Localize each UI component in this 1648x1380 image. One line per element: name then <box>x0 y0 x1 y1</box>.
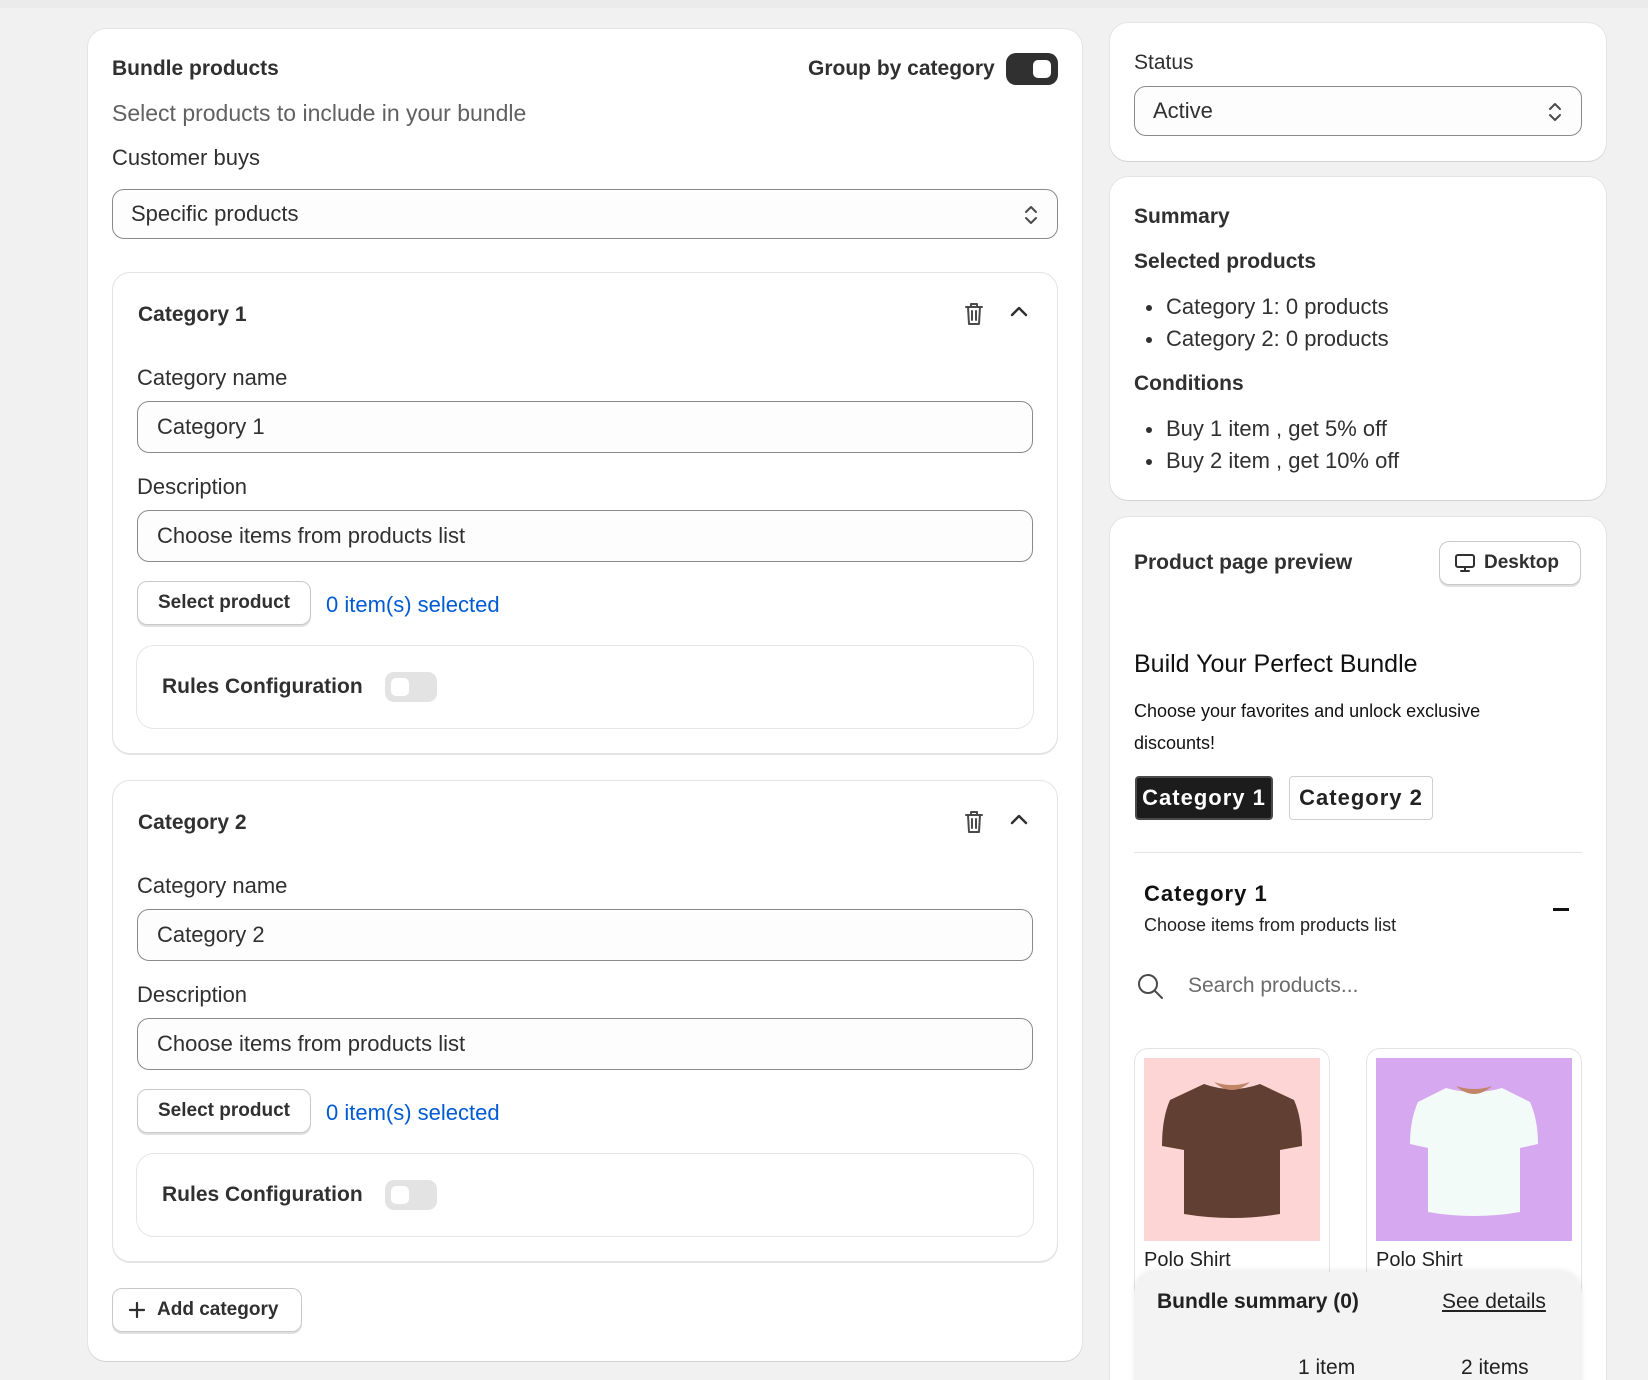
description-input[interactable]: Choose items from products list <box>137 510 1033 562</box>
category-name-value: Category 1 <box>157 414 265 439</box>
list-item: Category 1: 0 products <box>1134 291 1389 323</box>
preview-tab-category-2[interactable]: Category 2 <box>1289 776 1433 820</box>
selected-products-list: Category 1: 0 products Category 2: 0 pro… <box>1134 291 1389 355</box>
tier-label-1: 1 item <box>1298 1356 1356 1379</box>
conditions-heading: Conditions <box>1134 372 1244 395</box>
product-page-preview-card: Product page preview Desktop Build Your … <box>1110 517 1606 1380</box>
category-name-value: Category 2 <box>157 922 265 947</box>
see-details-link[interactable]: See details <box>1442 1290 1546 1314</box>
customer-buys-label: Customer buys <box>112 145 260 170</box>
bundle-summary-label: Bundle summary (0) <box>1157 1290 1359 1313</box>
group-by-category-toggle[interactable] <box>1006 53 1058 85</box>
status-select[interactable]: Active <box>1134 86 1582 136</box>
product-name: Polo Shirt <box>1144 1249 1231 1271</box>
items-selected-link[interactable]: 0 item(s) selected <box>326 1100 500 1126</box>
category-card-2: Category 2 Category name Category 2 Desc… <box>112 780 1058 1262</box>
desktop-button[interactable]: Desktop <box>1439 541 1581 585</box>
top-bar <box>0 0 1648 8</box>
category-name-label: Category name <box>137 873 288 898</box>
description-value: Choose items from products list <box>157 1031 466 1056</box>
status-card: Status Active <box>1110 23 1606 161</box>
description-label: Description <box>137 474 248 499</box>
select-product-button[interactable]: Select product <box>137 581 311 625</box>
category-name-input[interactable]: Category 2 <box>137 909 1033 961</box>
product-image <box>1144 1058 1320 1241</box>
conditions-list: Buy 1 item , get 5% off Buy 2 item , get… <box>1134 413 1399 477</box>
preview-headline: Build Your Perfect Bundle <box>1134 650 1418 678</box>
category-name-input[interactable]: Category 1 <box>137 401 1033 453</box>
list-item: Buy 1 item , get 5% off <box>1134 413 1399 445</box>
collapse-minus-icon[interactable] <box>1553 908 1569 911</box>
monitor-icon <box>1455 554 1475 572</box>
rules-configuration-box: Rules Configuration <box>136 1153 1034 1237</box>
product-card[interactable]: Polo Shirt <box>1134 1048 1330 1308</box>
chevron-up-icon[interactable] <box>1008 811 1030 827</box>
trash-icon[interactable] <box>962 809 986 835</box>
description-label: Description <box>137 982 248 1007</box>
customer-buys-select[interactable]: Specific products <box>112 189 1058 239</box>
preview-title: Product page preview <box>1134 551 1353 574</box>
select-chevron-icon <box>1025 206 1037 224</box>
preview-divider <box>1134 852 1582 853</box>
rules-configuration-label: Rules Configuration <box>162 675 363 698</box>
status-value: Active <box>1153 98 1213 123</box>
bundle-products-title: Bundle products <box>112 57 279 80</box>
bundle-products-card: Bundle products Group by category Select… <box>88 29 1082 1361</box>
product-name: Polo Shirt <box>1376 1249 1463 1271</box>
tier-label-2: 2 items <box>1461 1356 1529 1379</box>
rules-configuration-toggle[interactable] <box>385 1180 437 1210</box>
description-input[interactable]: Choose items from products list <box>137 1018 1033 1070</box>
preview-description: Choose your favorites and unlock exclusi… <box>1134 701 1481 753</box>
bundle-subtitle: Select products to include in your bundl… <box>112 100 527 126</box>
product-image <box>1376 1058 1572 1241</box>
t-shirt-icon <box>1410 1086 1538 1216</box>
category-name-label: Category name <box>137 365 288 390</box>
items-selected-link[interactable]: 0 item(s) selected <box>326 592 500 618</box>
bundle-summary-panel: Bundle summary (0) See details 1 item 2 … <box>1134 1272 1582 1380</box>
t-shirt-icon <box>1162 1082 1302 1218</box>
group-by-category-label: Group by category <box>808 57 995 80</box>
preview-section-description: Choose items from products list <box>1144 915 1397 935</box>
category-header-2: Category 2 <box>138 811 247 834</box>
category-card-1: Category 1 Category name Category 1 Desc… <box>112 272 1058 754</box>
product-card[interactable]: Polo Shirt <box>1366 1048 1582 1308</box>
select-product-button[interactable]: Select product <box>137 1089 311 1133</box>
list-item: Buy 2 item , get 10% off <box>1134 445 1399 477</box>
rules-configuration-box: Rules Configuration <box>136 645 1034 729</box>
summary-title: Summary <box>1134 205 1230 228</box>
add-category-button[interactable]: Add category <box>112 1288 302 1332</box>
chevron-up-icon[interactable] <box>1008 303 1030 319</box>
category-header-1: Category 1 <box>138 303 247 326</box>
selected-products-heading: Selected products <box>1134 250 1317 273</box>
add-category-label: Add category <box>157 1299 279 1320</box>
trash-icon[interactable] <box>962 301 986 327</box>
search-input[interactable]: Search products... <box>1188 974 1568 998</box>
customer-buys-value: Specific products <box>131 201 299 226</box>
rules-configuration-toggle[interactable] <box>385 672 437 702</box>
desktop-label: Desktop <box>1484 552 1559 573</box>
select-chevron-icon <box>1549 103 1561 121</box>
rules-configuration-label: Rules Configuration <box>162 1183 363 1206</box>
preview-section-title: Category 1 <box>1144 881 1268 906</box>
description-value: Choose items from products list <box>157 523 466 548</box>
preview-tab-category-1[interactable]: Category 1 <box>1135 776 1273 820</box>
status-label: Status <box>1134 51 1194 74</box>
search-icon <box>1138 974 1163 999</box>
plus-icon <box>128 1301 146 1319</box>
summary-card: Summary Selected products Category 1: 0 … <box>1110 177 1606 500</box>
list-item: Category 2: 0 products <box>1134 323 1389 355</box>
